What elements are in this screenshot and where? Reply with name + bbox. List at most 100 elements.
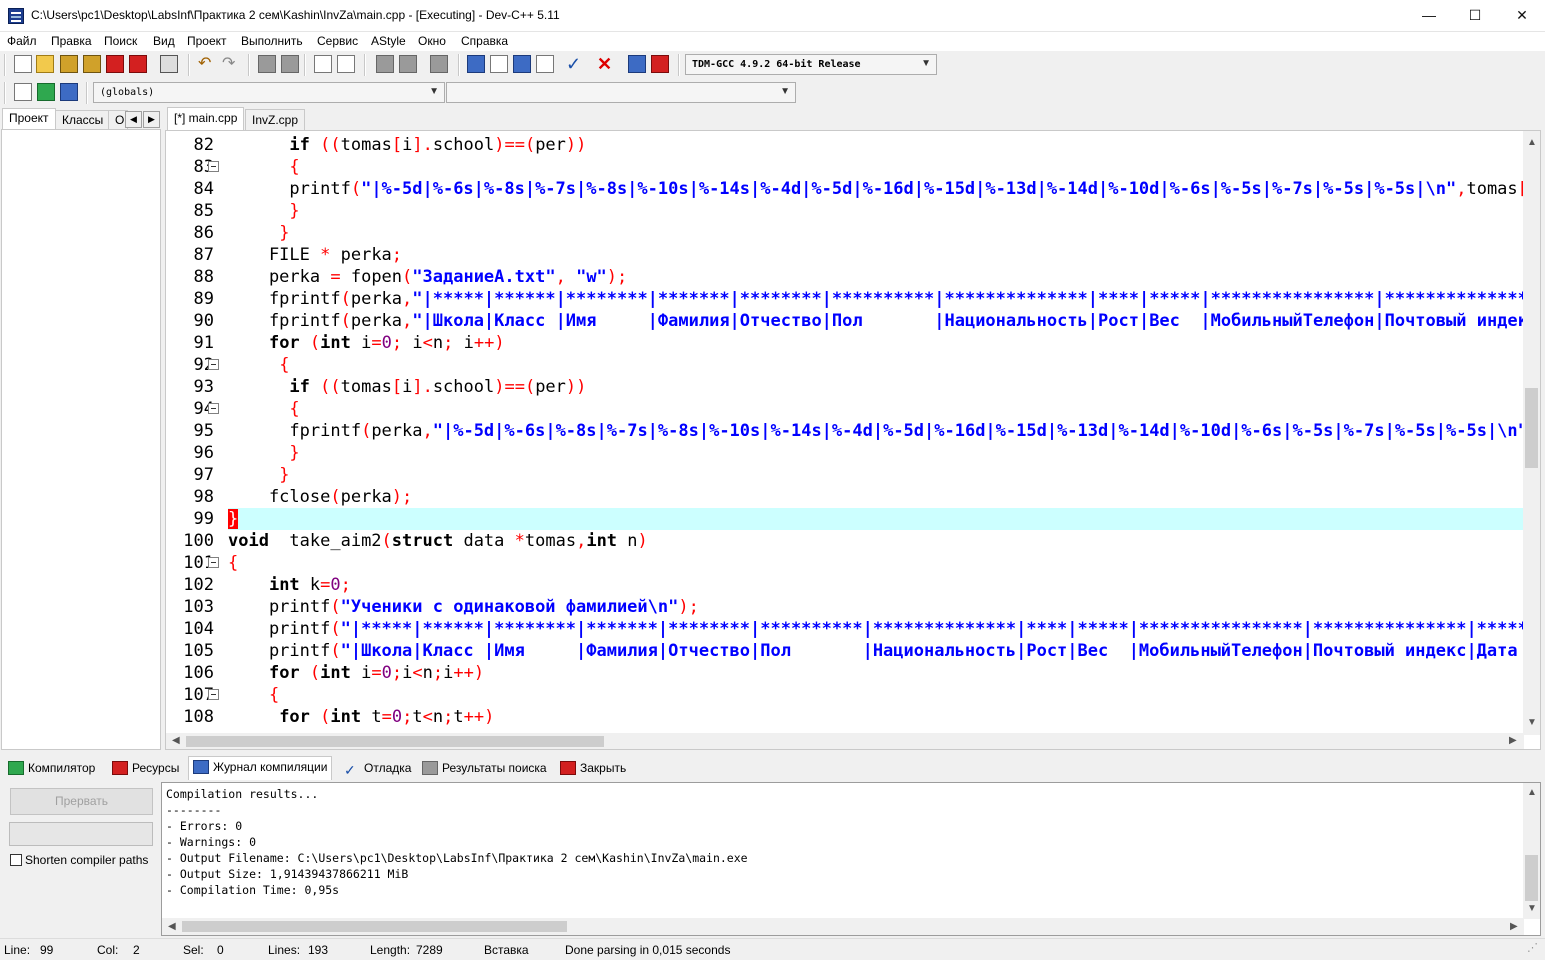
fold-toggle-icon[interactable] xyxy=(208,359,219,370)
checkbox-box[interactable] xyxy=(10,854,22,866)
project-tree[interactable] xyxy=(1,129,161,750)
replace-icon[interactable] xyxy=(281,55,299,73)
rebuild-all-icon[interactable] xyxy=(536,55,554,73)
code-line[interactable]: } xyxy=(228,222,1524,244)
stop-execution-icon[interactable]: ✕ xyxy=(597,55,615,73)
code-line[interactable]: perka = fopen("ЗаданиеА.txt", "w"); xyxy=(228,266,1524,288)
code-line[interactable]: if ((tomas[i].school)==(per)) xyxy=(228,134,1524,156)
code-line[interactable]: { xyxy=(228,156,1524,178)
bookmark-icon[interactable] xyxy=(60,83,78,101)
close-all-icon[interactable] xyxy=(129,55,147,73)
code-line[interactable]: printf("|Школа|Класс |Имя |Фамилия|Отчес… xyxy=(228,640,1524,662)
save-all-icon[interactable] xyxy=(83,55,101,73)
code-line[interactable]: } xyxy=(228,200,1524,222)
code-line[interactable]: { xyxy=(228,398,1524,420)
fold-toggle-icon[interactable] xyxy=(208,557,219,568)
code-line[interactable]: fprintf(perka,"|%-5d|%-6s|%-8s|%-7s|%-8s… xyxy=(228,420,1524,442)
code-line[interactable]: fprintf(perka,"|*****|******|********|**… xyxy=(228,288,1524,310)
redo-icon[interactable]: ↷ xyxy=(222,55,240,73)
resize-grip-icon[interactable]: ⋰ xyxy=(1527,941,1538,954)
code-line[interactable]: printf("|%-5d|%-6s|%-8s|%-7s|%-8s|%-10s|… xyxy=(228,178,1524,200)
undo-icon[interactable]: ↶ xyxy=(198,55,216,73)
menu-help[interactable]: Справка xyxy=(461,34,508,48)
compile-icon[interactable] xyxy=(467,55,485,73)
fold-toggle-icon[interactable] xyxy=(208,161,219,172)
scrollbar-thumb[interactable] xyxy=(1525,855,1538,901)
scrollbar-thumb[interactable] xyxy=(186,736,604,747)
tab-classes[interactable]: Классы xyxy=(55,110,111,130)
tab-scroll-right-icon[interactable]: ▶ xyxy=(143,111,160,128)
code-line[interactable]: fclose(perka); xyxy=(228,486,1524,508)
member-select[interactable]: ▼ xyxy=(446,82,796,103)
code-line[interactable]: { xyxy=(228,552,1524,574)
run-icon[interactable] xyxy=(490,55,508,73)
maximize-button[interactable]: ☐ xyxy=(1452,0,1498,31)
log-vertical-scrollbar[interactable]: ▲ ▼ xyxy=(1523,783,1540,919)
scroll-right-icon[interactable]: ▶ xyxy=(1510,921,1518,932)
scroll-up-icon[interactable]: ▲ xyxy=(1527,137,1537,148)
code-line[interactable]: } xyxy=(228,508,1524,530)
menu-window[interactable]: Окно xyxy=(418,34,446,48)
scroll-up-icon[interactable]: ▲ xyxy=(1527,787,1537,798)
minimize-button[interactable]: — xyxy=(1406,0,1452,31)
code-line[interactable]: FILE * perka; xyxy=(228,244,1524,266)
scrollbar-thumb[interactable] xyxy=(1525,388,1538,468)
close-file-icon[interactable] xyxy=(106,55,124,73)
scroll-left-icon[interactable]: ◀ xyxy=(172,735,180,746)
code-line[interactable]: if ((tomas[i].school)==(per)) xyxy=(228,376,1524,398)
code-line[interactable]: } xyxy=(228,464,1524,486)
add-to-project-icon[interactable] xyxy=(376,55,394,73)
compiler-select[interactable]: TDM-GCC 4.9.2 64-bit Release ▼ xyxy=(685,54,937,75)
close-window-button[interactable]: ✕ xyxy=(1499,0,1545,31)
goto-icon[interactable] xyxy=(37,83,55,101)
tab-search-results[interactable]: Результаты поиска xyxy=(418,758,551,780)
tab-scroll-left-icon[interactable]: ◀ xyxy=(125,111,142,128)
code-editor[interactable]: 82 83 84 85 86 87 88 89 90 91 92 93 94 9… xyxy=(165,130,1541,750)
menu-tools[interactable]: Сервис xyxy=(317,34,358,48)
indent-icon[interactable] xyxy=(314,55,332,73)
scroll-right-icon[interactable]: ▶ xyxy=(1509,735,1517,746)
tab-close[interactable]: Закрыть xyxy=(556,758,630,780)
tab-invz-cpp[interactable]: InvZ.cpp xyxy=(245,109,306,130)
abort-compilation-button[interactable]: Прервать xyxy=(10,788,153,815)
tab-resources[interactable]: Ресурсы xyxy=(108,758,183,780)
print-icon[interactable] xyxy=(160,55,178,73)
save-icon[interactable] xyxy=(60,55,78,73)
insert-icon[interactable] xyxy=(14,83,32,101)
code-line[interactable]: { xyxy=(228,354,1524,376)
code-line[interactable]: printf("Ученики с одинаковой фамилией\n"… xyxy=(228,596,1524,618)
delete-profile-icon[interactable] xyxy=(651,55,669,73)
fold-toggle-icon[interactable] xyxy=(208,689,219,700)
class-select[interactable]: (globals) ▼ xyxy=(93,82,445,103)
project-options-icon[interactable] xyxy=(430,55,448,73)
remove-from-project-icon[interactable] xyxy=(399,55,417,73)
code-line[interactable]: for (int i=0;i<n;i++) xyxy=(228,662,1524,684)
compile-run-icon[interactable] xyxy=(513,55,531,73)
menu-file[interactable]: Файл xyxy=(7,34,37,48)
compile-log-output[interactable]: Compilation results... -------- - Errors… xyxy=(161,782,1541,936)
code-area[interactable]: if ((tomas[i].school)==(per)) { printf("… xyxy=(228,131,1524,735)
menu-view[interactable]: Вид xyxy=(153,34,175,48)
code-line[interactable]: fprintf(perka,"|Школа|Класс |Имя |Фамили… xyxy=(228,310,1524,332)
tab-compiler[interactable]: Компилятор xyxy=(4,758,99,780)
scroll-down-icon[interactable]: ▼ xyxy=(1527,717,1537,728)
editor-vertical-scrollbar[interactable]: ▲ ▼ xyxy=(1523,131,1540,735)
scroll-down-icon[interactable]: ▼ xyxy=(1527,903,1537,914)
code-line[interactable]: for (int t=0;t<n;t++) xyxy=(228,706,1524,728)
menu-astyle[interactable]: AStyle xyxy=(371,34,406,48)
code-line[interactable]: for (int i=0; i<n; i++) xyxy=(228,332,1524,354)
code-line[interactable]: } xyxy=(228,442,1524,464)
code-line[interactable]: void take_aim2(struct data *tomas,int n) xyxy=(228,530,1524,552)
code-line[interactable]: printf("|*****|******|********|*******|*… xyxy=(228,618,1524,640)
code-line[interactable]: int k=0; xyxy=(228,574,1524,596)
tab-main-cpp[interactable]: [*] main.cpp xyxy=(167,107,245,130)
new-file-icon[interactable] xyxy=(14,55,32,73)
shorten-compiler-paths-checkbox[interactable]: Shorten compiler paths xyxy=(10,853,148,867)
scroll-left-icon[interactable]: ◀ xyxy=(168,921,176,932)
profile-icon[interactable] xyxy=(628,55,646,73)
code-line[interactable]: { xyxy=(228,684,1524,706)
unindent-icon[interactable] xyxy=(337,55,355,73)
log-horizontal-scrollbar[interactable]: ◀ ▶ xyxy=(162,918,1524,935)
editor-horizontal-scrollbar[interactable]: ◀ ▶ xyxy=(166,733,1524,749)
menu-project[interactable]: Проект xyxy=(187,34,227,48)
